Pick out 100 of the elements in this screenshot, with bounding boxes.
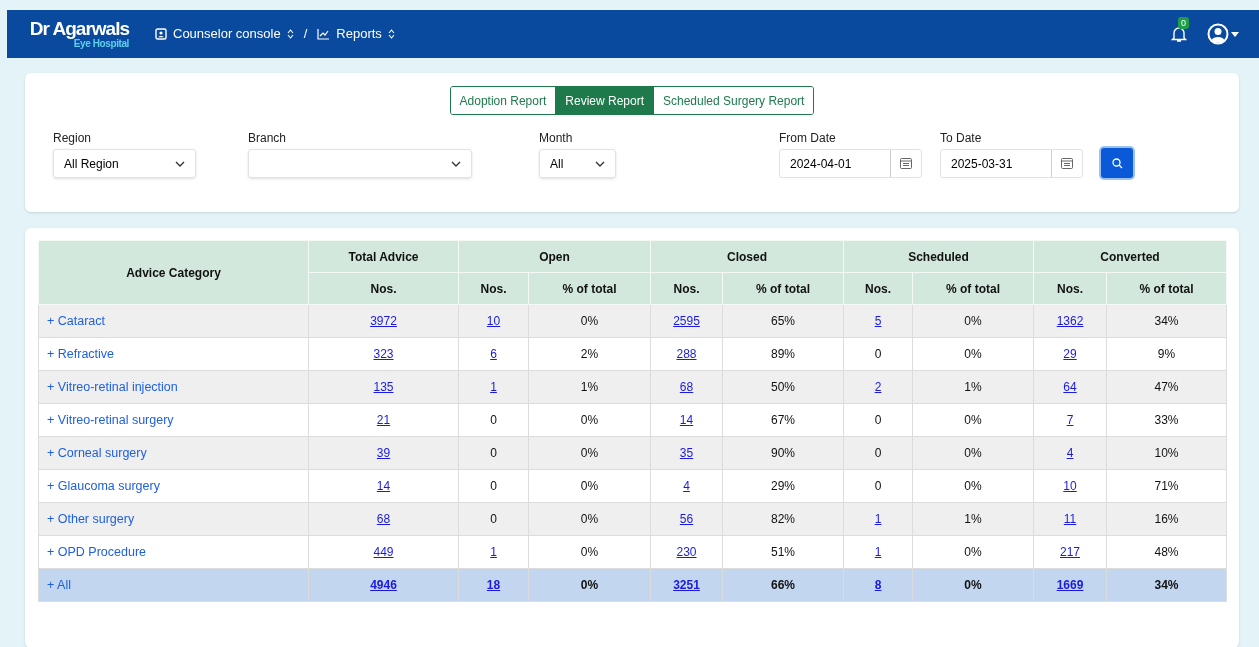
table-cell-text: 1%	[964, 512, 982, 526]
date-field[interactable]: 2024-04-01	[779, 149, 922, 178]
category-link[interactable]: + All	[47, 577, 71, 592]
user-avatar-icon	[1207, 23, 1229, 45]
category-link[interactable]: + Refractive	[47, 346, 115, 361]
category-link[interactable]: + Glaucoma surgery	[47, 478, 160, 493]
search-icon	[1111, 157, 1123, 169]
category-link[interactable]: + Other surgery	[47, 511, 135, 526]
count-link[interactable]: 10	[486, 314, 501, 328]
category-link[interactable]: + OPD Procedure	[47, 544, 146, 559]
column-group-header: Scheduled	[843, 240, 1034, 273]
search-button[interactable]	[1101, 148, 1133, 178]
chevron-down-icon	[595, 160, 605, 167]
count-link[interactable]: 6	[490, 347, 497, 361]
count-link[interactable]: 230	[676, 545, 697, 559]
user-menu-button[interactable]	[1207, 23, 1239, 45]
column-group-header: Open	[458, 240, 651, 273]
table-cell-text: 0%	[580, 479, 599, 493]
column-header: Nos.	[458, 272, 529, 305]
table-cell-text: 50%	[771, 380, 796, 394]
notification-button[interactable]	[1171, 25, 1189, 43]
table-cell-text: 0	[490, 446, 497, 460]
table-cell-text: 1%	[964, 380, 982, 394]
breadcrumb-link[interactable]: Reports	[317, 24, 395, 44]
count-link[interactable]: 14	[376, 479, 391, 493]
chevron-down-icon	[175, 160, 185, 167]
breadcrumb-link[interactable]: Counselor console	[155, 24, 294, 44]
table-cell-text: 34%	[1154, 314, 1179, 328]
count-link[interactable]: 14	[679, 413, 694, 427]
count-link[interactable]: 68	[679, 380, 694, 394]
notification-badge: 0	[1178, 17, 1189, 29]
count-link[interactable]: 2	[874, 380, 882, 394]
table-cell-text: 16%	[1154, 512, 1179, 526]
caret-icon	[1231, 31, 1239, 37]
count-link[interactable]: 1	[490, 380, 497, 394]
count-link[interactable]: 35	[679, 446, 694, 460]
table-cell-text: 0%	[964, 347, 982, 361]
count-link[interactable]: 1	[490, 545, 497, 559]
count-link[interactable]: 1669	[1056, 578, 1084, 592]
count-link[interactable]: 56	[679, 512, 694, 526]
count-link[interactable]: 4	[1066, 446, 1074, 460]
report-tab[interactable]: Scheduled Surgery Report	[653, 87, 814, 114]
calendar-icon	[1061, 158, 1073, 169]
column-header: Nos.	[650, 272, 723, 305]
count-link[interactable]: 29	[1063, 347, 1077, 361]
table-cell-text: 2%	[580, 347, 599, 361]
table-cell-text: 89%	[771, 347, 796, 361]
count-link[interactable]: 135	[373, 380, 394, 394]
count-link[interactable]: 4	[683, 479, 690, 493]
count-link[interactable]: 39	[376, 446, 391, 460]
category-link[interactable]: + Cataract	[47, 313, 105, 328]
sort-icon	[286, 29, 294, 39]
dropdown-field[interactable]: All Region	[53, 149, 196, 178]
count-link[interactable]: 18	[486, 578, 501, 592]
count-link[interactable]: 11	[1063, 512, 1077, 526]
dropdown-field[interactable]	[248, 149, 472, 178]
count-link[interactable]: 7	[1066, 413, 1074, 427]
table-cell-text: 66%	[771, 578, 796, 592]
table-cell-text: 34%	[1154, 578, 1179, 592]
count-link[interactable]: 8	[874, 578, 882, 592]
count-link[interactable]: 64	[1063, 380, 1077, 394]
count-link[interactable]: 1	[874, 545, 882, 559]
count-link[interactable]: 2595	[673, 314, 700, 328]
count-link[interactable]: 3972	[370, 314, 397, 328]
count-link[interactable]: 449	[373, 545, 394, 559]
table-cell-text: 0%	[964, 545, 982, 559]
column-group-header: Closed	[650, 240, 844, 273]
count-link[interactable]: 21	[376, 413, 391, 427]
table-cell-text: 0%	[580, 413, 599, 427]
column-header: % of total	[722, 272, 844, 305]
count-link[interactable]: 4946	[370, 578, 397, 592]
table-cell-text: 48%	[1154, 545, 1179, 559]
table-cell-text: 0%	[964, 479, 982, 493]
report-tab[interactable]: Review Report	[555, 87, 653, 114]
table-cell-text: 0%	[580, 545, 599, 559]
table-cell-text: 0%	[964, 578, 982, 592]
logo-subtitle: Eye Hospital	[73, 39, 129, 49]
count-link[interactable]: 5	[874, 314, 882, 328]
count-link[interactable]: 10	[1063, 479, 1077, 493]
count-link[interactable]: 68	[376, 512, 391, 526]
table-cell-text: 67%	[771, 413, 796, 427]
table-cell-text: 0%	[580, 446, 599, 460]
count-link[interactable]: 1362	[1056, 314, 1084, 328]
table-cell-text: 65%	[771, 314, 796, 328]
field-label: To Date	[940, 130, 983, 147]
count-link[interactable]: 1	[874, 512, 882, 526]
table-cell-text: 29%	[771, 479, 796, 493]
dropdown-field[interactable]: All	[539, 149, 616, 178]
count-link[interactable]: 217	[1060, 545, 1081, 559]
count-link[interactable]: 3251	[673, 578, 700, 592]
category-link[interactable]: + Corneal surgery	[47, 445, 147, 460]
table-cell-text: 51%	[771, 545, 796, 559]
table-cell-text: 0	[874, 446, 882, 460]
count-link[interactable]: 323	[373, 347, 394, 361]
column-group-header: Total Advice	[308, 240, 459, 273]
date-field[interactable]: 2025-03-31	[940, 149, 1083, 178]
chevron-down-icon	[451, 160, 461, 167]
count-link[interactable]: 288	[676, 347, 697, 361]
table-cell-text: 0%	[964, 413, 982, 427]
table-cell-text: 0	[874, 413, 882, 427]
